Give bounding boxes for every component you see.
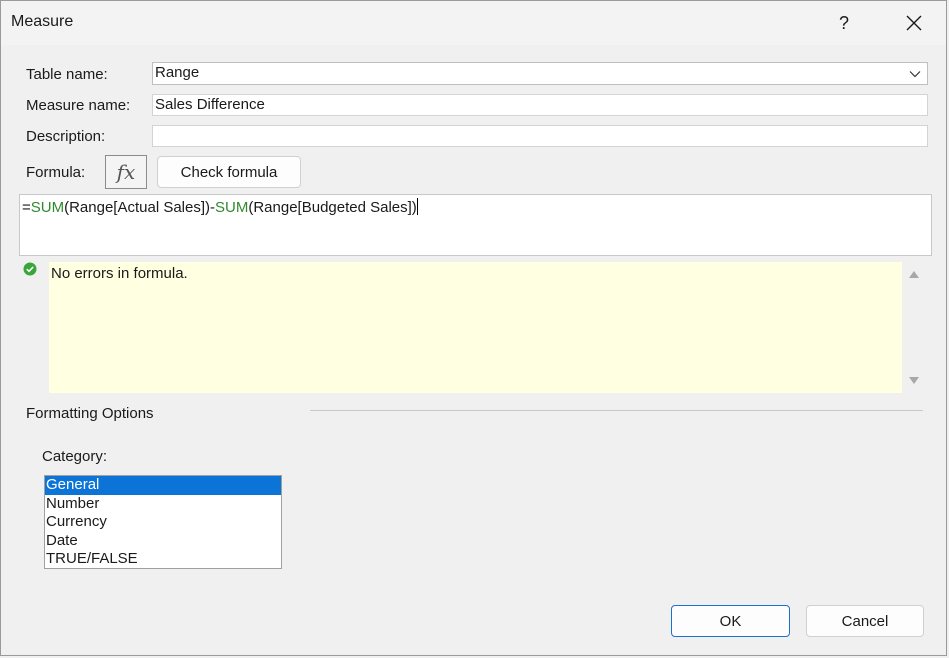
help-button[interactable]: ? xyxy=(827,6,861,40)
chevron-down-icon xyxy=(909,71,921,78)
category-item-number[interactable]: Number xyxy=(45,495,281,514)
ok-label: OK xyxy=(719,612,742,630)
formula-status-box: No errors in formula. xyxy=(49,262,902,393)
measure-name-input[interactable]: Sales Difference xyxy=(152,94,928,116)
table-name-value: Range xyxy=(155,64,200,81)
section-divider xyxy=(310,410,923,411)
text-caret xyxy=(416,198,418,215)
category-item-true-false[interactable]: TRUE/FALSE xyxy=(45,550,281,569)
formula-arg: (Range[Budgeted Sales]) xyxy=(248,199,417,216)
category-item-general[interactable]: General xyxy=(45,476,281,495)
status-message: No errors in formula. xyxy=(51,265,188,282)
formula-editor[interactable]: =SUM(Range[Actual Sales])-SUM(Range[Budg… xyxy=(19,194,932,256)
formula-function: SUM xyxy=(30,199,65,216)
table-name-label: Table name: xyxy=(26,66,108,83)
category-label: Category: xyxy=(42,448,108,465)
category-item-date[interactable]: Date xyxy=(45,532,281,551)
cancel-label: Cancel xyxy=(841,612,889,630)
help-icon: ? xyxy=(838,12,849,33)
check-formula-label: Check formula xyxy=(180,163,278,181)
measure-name-value: Sales Difference xyxy=(155,96,265,113)
description-label: Description: xyxy=(26,128,106,145)
scroll-up-icon[interactable] xyxy=(908,269,920,279)
close-icon xyxy=(906,15,922,31)
formatting-options-title: Formatting Options xyxy=(26,405,154,422)
category-item-currency[interactable]: Currency xyxy=(45,513,281,532)
title-bar: Measure ? xyxy=(1,1,946,45)
formula-equals: = xyxy=(22,199,31,216)
close-button[interactable] xyxy=(894,6,934,40)
window-title: Measure xyxy=(11,13,74,30)
fx-icon: fx xyxy=(116,160,136,184)
ok-button[interactable]: OK xyxy=(671,605,790,637)
description-input[interactable] xyxy=(152,125,928,147)
insert-function-button[interactable]: fx xyxy=(105,155,147,189)
formula-arg: (Range[Actual Sales])- xyxy=(64,199,216,216)
check-circle-icon xyxy=(23,262,37,276)
formula-label: Formula: xyxy=(26,164,86,181)
check-formula-button[interactable]: Check formula xyxy=(157,156,301,188)
measure-name-label: Measure name: xyxy=(26,97,131,114)
measure-dialog: Measure ? Table name: Range Measure name… xyxy=(0,0,947,656)
cancel-button[interactable]: Cancel xyxy=(806,605,924,637)
formula-function: SUM xyxy=(215,199,249,216)
category-listbox[interactable]: General Number Currency Date TRUE/FALSE xyxy=(44,475,282,569)
table-name-select[interactable]: Range xyxy=(152,62,928,85)
scroll-down-icon[interactable] xyxy=(908,376,920,386)
